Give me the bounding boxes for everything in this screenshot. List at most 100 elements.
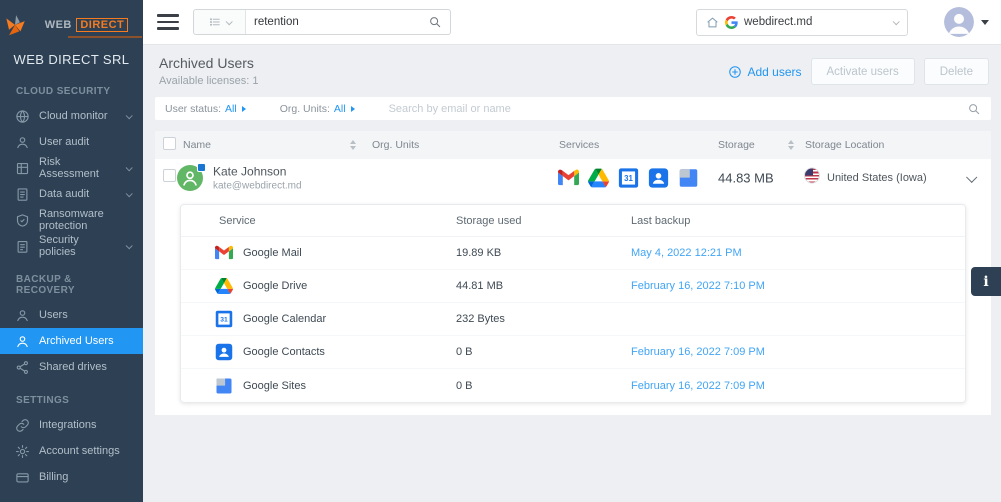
google-drive-icon [215, 277, 233, 295]
google-mail-icon [558, 168, 579, 189]
sidebar-item-cloud-monitor[interactable]: Cloud monitor [0, 103, 143, 129]
sort-storage-icon[interactable] [788, 140, 794, 150]
last-backup-link[interactable]: February 16, 2022 7:09 PM [631, 346, 965, 358]
detail-column-storage-used: Storage used [456, 214, 522, 227]
user-status-label: User status: [165, 102, 222, 115]
add-users-button[interactable]: Add users [728, 64, 802, 79]
us-flag-icon [804, 167, 820, 184]
service-row-google-drive: Google Drive 44.81 MB February 16, 2022 … [181, 270, 965, 303]
table-header: Name Org. Units Services Storage Storage… [155, 131, 991, 159]
google-logo-icon [725, 16, 738, 29]
last-backup-link[interactable]: February 16, 2022 7:10 PM [631, 280, 965, 292]
google-sites-icon [678, 168, 699, 189]
detail-column-service: Service [219, 214, 256, 227]
google-mail-icon [215, 244, 233, 262]
service-name: Google Contacts [243, 346, 325, 358]
credit-card-icon [15, 470, 30, 485]
user-name: Kate Johnson [213, 164, 287, 179]
list-icon [209, 16, 221, 28]
account-menu[interactable] [944, 7, 989, 37]
user-status-filter[interactable]: User status: All [165, 103, 246, 115]
nav-section-settings: SETTINGS [16, 395, 70, 406]
service-name: Google Sites [243, 379, 306, 392]
column-org-units[interactable]: Org. Units [372, 139, 419, 151]
detail-column-last-backup: Last backup [631, 214, 691, 227]
last-backup-link[interactable]: May 4, 2022 12:21 PM [631, 247, 965, 259]
service-row-google-sites: Google Sites 0 B February 16, 2022 7:09 … [181, 369, 965, 402]
storage-location-value: United States (Iowa) [827, 172, 927, 184]
service-row-google-mail: Google Mail 19.89 KB May 4, 2022 12:21 P… [181, 237, 965, 270]
google-calendar-icon [215, 310, 233, 328]
column-name[interactable]: Name [183, 139, 211, 151]
sidebar-item-label: Shared drives [39, 361, 107, 373]
sidebar-item-shared-drives[interactable]: Shared drives [0, 354, 143, 380]
sidebar-item-label: Users [39, 309, 68, 321]
topbar: webdirect.md [143, 0, 1001, 45]
row-checkbox[interactable] [163, 169, 176, 182]
chevron-down-icon [225, 17, 233, 25]
column-storage[interactable]: Storage [718, 139, 755, 151]
delete-button[interactable]: Delete [923, 58, 989, 85]
select-all-checkbox[interactable] [163, 137, 176, 150]
sidebar-item-archived-users[interactable]: Archived Users [0, 328, 143, 354]
sidebar-item-billing[interactable]: Billing [0, 464, 143, 490]
chevron-down-icon [981, 19, 989, 25]
user-email: kate@webdirect.md [213, 180, 302, 192]
search-scope-dropdown[interactable] [194, 10, 246, 34]
available-licenses: Available licenses: 1 [159, 75, 259, 87]
last-backup-link[interactable]: February 16, 2022 7:09 PM [631, 380, 965, 392]
sidebar-item-label: Security policies [39, 234, 79, 258]
page-title: Archived Users [159, 55, 254, 71]
search-icon[interactable] [967, 102, 981, 116]
main-content: Archived Users Available licenses: 1 Add… [143, 45, 1001, 502]
share-icon [15, 360, 30, 375]
sidebar-item-users[interactable]: Users [0, 302, 143, 328]
brand-logo: WEB DIRECT WEB DIRECT SRL [0, 0, 143, 71]
org-units-filter[interactable]: Org. Units: All [280, 103, 355, 115]
sort-name-icon[interactable] [350, 140, 356, 150]
brand-logo-direct: DIRECT [76, 17, 129, 32]
gear-icon [15, 444, 30, 459]
archived-users-table: Kate Johnson kate@webdirect.md 44.83 MB … [155, 159, 991, 415]
service-storage-used: 44.81 MB [456, 280, 504, 292]
domain-selector[interactable]: webdirect.md [696, 8, 908, 36]
service-storage-used: 0 B [456, 379, 473, 392]
caret-right-icon [241, 105, 246, 112]
menu-toggle-button[interactable] [157, 14, 179, 30]
service-storage-used: 232 Bytes [456, 313, 505, 325]
activate-users-button[interactable]: Activate users [810, 58, 915, 85]
sidebar-item-account-settings[interactable]: Account settings [0, 438, 143, 464]
grid-icon [15, 161, 30, 176]
chevron-down-icon [892, 17, 900, 25]
global-search-input[interactable] [246, 16, 428, 28]
info-button[interactable]: i [971, 267, 1001, 296]
google-contacts-icon [648, 168, 669, 189]
domain-value: webdirect.md [744, 16, 813, 28]
link-icon [15, 418, 30, 433]
globe-icon [15, 109, 30, 124]
chevron-down-icon [125, 189, 133, 197]
add-users-label: Add users [747, 64, 802, 79]
policy-icon [15, 239, 30, 254]
sidebar-item-risk-assessment[interactable]: Risk Assessment [0, 155, 143, 181]
column-storage-location: Storage Location [805, 139, 885, 151]
storage-value: 44.83 MB [718, 170, 774, 186]
service-name: Google Mail [243, 247, 302, 259]
person-icon [15, 334, 30, 349]
search-icon[interactable] [428, 15, 442, 29]
org-units-label: Org. Units: [279, 102, 330, 115]
google-contacts-icon [215, 343, 233, 361]
sidebar-item-integrations[interactable]: Integrations [0, 412, 143, 438]
collapse-row-icon[interactable] [966, 171, 978, 183]
sidebar-item-data-audit[interactable]: Data audit [0, 181, 143, 207]
table-search-input[interactable] [388, 102, 967, 115]
sidebar-item-label: Risk Assessment [39, 156, 99, 180]
brand-logo-web: WEB [44, 18, 72, 31]
sidebar-item-ransomware-protection[interactable]: Ransomware protection [0, 207, 143, 233]
chevron-down-icon [125, 163, 133, 171]
table-row[interactable]: Kate Johnson kate@webdirect.md 44.83 MB … [155, 159, 991, 197]
brand-tagline [67, 35, 142, 38]
sidebar-item-security-policies[interactable]: Security policies [0, 233, 143, 259]
sidebar-item-user-audit[interactable]: User audit [0, 129, 143, 155]
service-name: Google Calendar [243, 313, 327, 325]
